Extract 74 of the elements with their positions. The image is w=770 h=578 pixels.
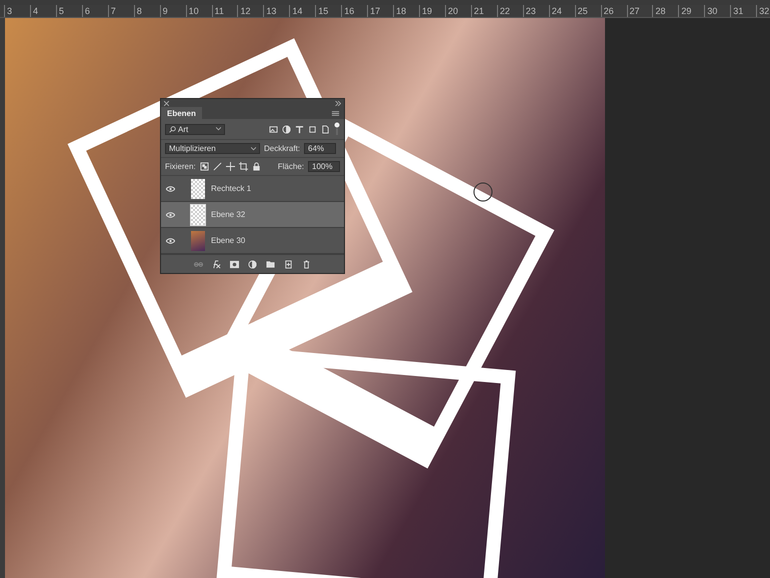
chevron-icon <box>251 146 256 150</box>
ruler-mark: 4 <box>30 5 56 17</box>
eye-icon[interactable] <box>166 238 175 244</box>
filter-toggle[interactable] <box>334 122 340 136</box>
filter-dropdown[interactable]: Art <box>165 124 225 134</box>
brush-icon[interactable] <box>212 162 222 171</box>
opacity-label: Deckkraft: <box>264 144 300 153</box>
ruler-mark: 28 <box>652 5 678 17</box>
ruler-mark: 15 <box>315 5 342 17</box>
ruler-mark: 19 <box>419 5 445 17</box>
layer-name: Ebene 32 <box>211 210 246 219</box>
ruler-mark: 26 <box>600 5 626 17</box>
layer-row[interactable]: Rechteck 1 <box>161 176 344 202</box>
adjustment-filter-icon[interactable] <box>282 124 291 134</box>
ruler-mark: 8 <box>134 5 160 17</box>
adjustment-icon[interactable] <box>248 260 257 268</box>
ruler-mark: 32 <box>756 5 770 17</box>
transparent-thumbnail <box>191 178 205 198</box>
brush-cursor-icon <box>473 182 493 202</box>
ruler-mark: 5 <box>56 5 82 17</box>
crop-icon[interactable] <box>238 162 248 171</box>
ruler-mark: 29 <box>678 5 704 17</box>
panel-tab[interactable]: Ebenen <box>161 107 202 119</box>
ruler-mark: 31 <box>730 5 756 17</box>
eye-icon[interactable] <box>166 186 175 192</box>
folder-icon[interactable] <box>266 260 275 268</box>
new-layer-icon[interactable] <box>284 260 293 268</box>
shape-filter-icon[interactable] <box>308 124 317 134</box>
move-icon[interactable] <box>226 162 235 171</box>
layer-row[interactable]: Ebene 30 <box>161 228 344 254</box>
smart-object-filter-icon[interactable] <box>321 124 330 134</box>
chevron-icon <box>216 127 221 131</box>
search-icon <box>169 126 176 132</box>
ruler-mark: 22 <box>496 5 523 17</box>
ruler-mark: 11 <box>212 5 238 17</box>
ruler-mark: 23 <box>522 5 549 17</box>
ruler-mark: 18 <box>393 5 419 17</box>
ruler-mark: 16 <box>341 5 368 17</box>
lock-pixels-icon[interactable] <box>200 162 209 171</box>
mask-icon[interactable] <box>230 260 239 268</box>
fill-field[interactable]: 100% <box>308 161 340 172</box>
ruler-mark: 20 <box>444 5 471 17</box>
collapse-icon[interactable] <box>335 100 341 106</box>
ruler-mark: 9 <box>160 5 186 17</box>
ruler-mark: 27 <box>626 5 652 17</box>
ruler-mark: 25 <box>574 5 601 17</box>
blend-mode-dropdown[interactable]: Multiplizieren <box>165 143 260 154</box>
layer-name: Rechteck 1 <box>211 184 252 193</box>
effects-icon[interactable] <box>212 260 221 268</box>
lock-icon[interactable] <box>252 162 261 171</box>
ruler-mark: 14 <box>289 5 316 17</box>
fill-label: Fläche: <box>278 162 304 171</box>
image-filter-icon[interactable] <box>269 124 278 134</box>
layer-row[interactable]: Ebene 32 <box>161 202 344 228</box>
layer-name: Ebene 30 <box>211 236 246 245</box>
transparent-thumbnail <box>191 204 205 224</box>
photo-thumbnail <box>191 230 205 250</box>
ruler-mark: 12 <box>237 5 264 17</box>
ruler-mark: 10 <box>186 5 212 17</box>
type-filter-icon[interactable] <box>295 124 304 134</box>
ruler-mark: 30 <box>704 5 730 17</box>
ruler-mark: 3 <box>4 5 30 17</box>
ruler-mark: 13 <box>263 5 290 17</box>
close-icon[interactable] <box>164 100 169 106</box>
ruler-mark: 6 <box>82 5 108 17</box>
ruler-mark: 24 <box>548 5 575 17</box>
ruler-mark: 21 <box>470 5 497 17</box>
menu-icon[interactable] <box>331 109 340 118</box>
opacity-field[interactable]: 64% <box>304 143 336 154</box>
trash-icon[interactable] <box>302 260 311 268</box>
ruler-mark: 7 <box>108 5 134 17</box>
lock-label: Fixieren: <box>165 162 196 171</box>
ruler-mark: 17 <box>367 5 394 17</box>
eye-icon[interactable] <box>166 212 175 218</box>
